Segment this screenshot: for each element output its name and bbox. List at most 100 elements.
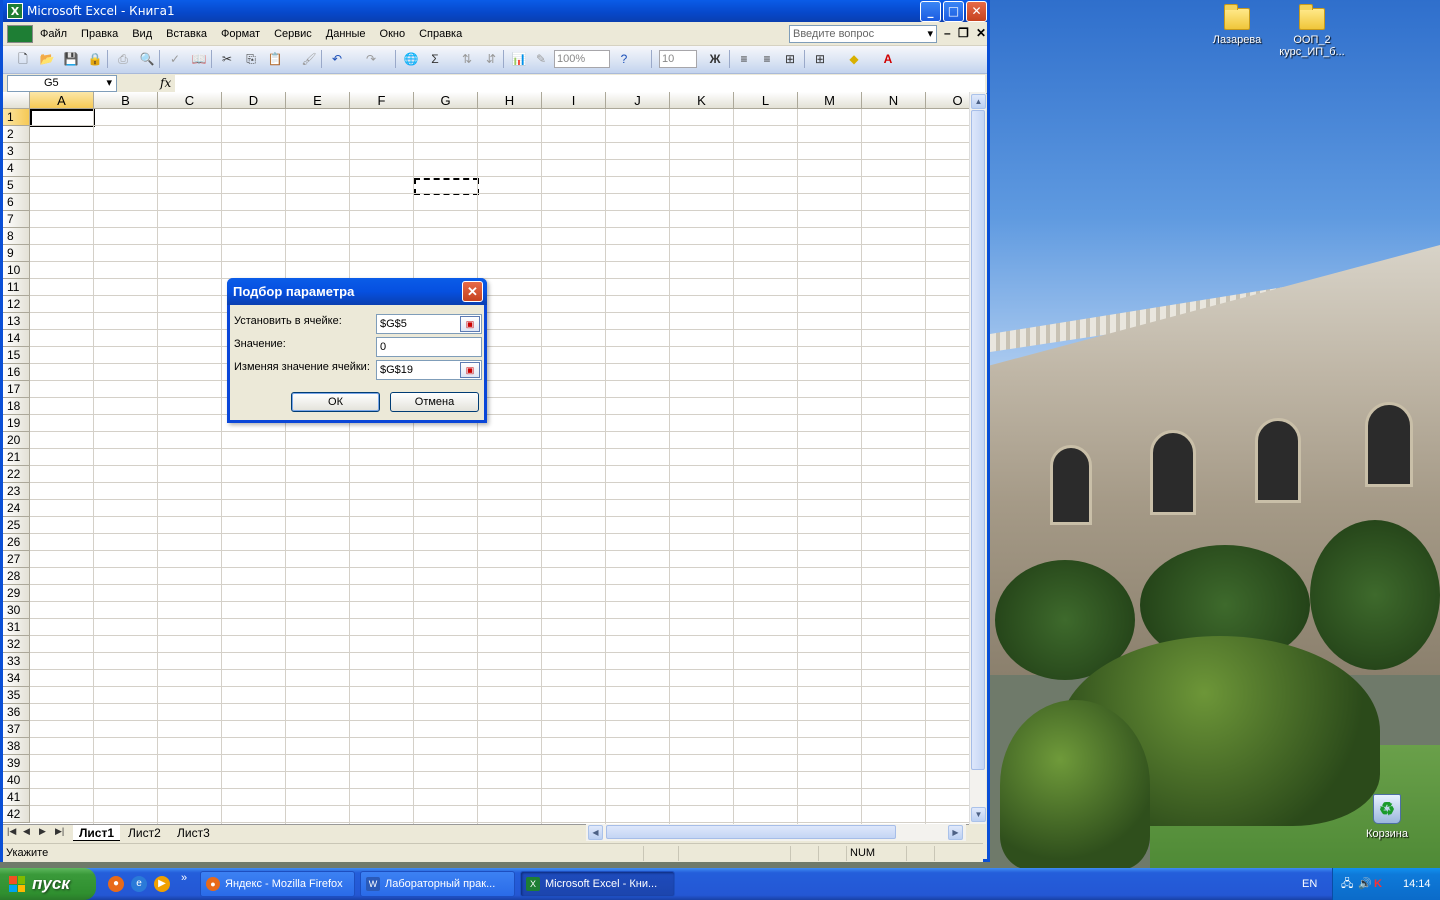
set-cell-input[interactable]: $G$5 ▣ bbox=[376, 314, 482, 334]
ok-button[interactable]: ОК bbox=[291, 392, 380, 412]
row-header[interactable]: 15 bbox=[3, 347, 30, 364]
first-sheet-icon[interactable]: |◀ bbox=[7, 826, 16, 837]
align-center-icon[interactable]: ≡ bbox=[759, 51, 775, 67]
column-header[interactable]: F bbox=[350, 92, 414, 109]
row-header[interactable]: 38 bbox=[3, 738, 30, 755]
row-header[interactable]: 36 bbox=[3, 704, 30, 721]
row-header[interactable]: 8 bbox=[3, 228, 30, 245]
column-header[interactable]: J bbox=[606, 92, 670, 109]
row-header[interactable]: 39 bbox=[3, 755, 30, 772]
fill-color-icon[interactable]: ◆ bbox=[846, 51, 862, 67]
redo-icon[interactable]: ↷ bbox=[363, 51, 379, 67]
row-header[interactable]: 20 bbox=[3, 432, 30, 449]
column-header[interactable]: M bbox=[798, 92, 862, 109]
row-header[interactable]: 33 bbox=[3, 653, 30, 670]
row-header[interactable]: 35 bbox=[3, 687, 30, 704]
antivirus-icon[interactable]: K bbox=[1374, 868, 1382, 900]
firefox-quicklaunch-icon[interactable]: ● bbox=[108, 876, 124, 892]
desktop-icon-recycle-bin[interactable]: ♻ Корзина bbox=[1342, 794, 1432, 840]
task-excel[interactable]: X Microsoft Excel - Кни... bbox=[520, 871, 675, 897]
cancel-button[interactable]: Отмена bbox=[390, 392, 479, 412]
menu-view[interactable]: Вид bbox=[125, 28, 159, 40]
menu-tools[interactable]: Сервис bbox=[267, 28, 319, 40]
menu-edit[interactable]: Правка bbox=[74, 28, 125, 40]
drawing-icon[interactable]: ✎ bbox=[533, 51, 549, 67]
column-header[interactable]: E bbox=[286, 92, 350, 109]
ask-question-box[interactable]: Введите вопрос bbox=[789, 25, 937, 43]
chart-wizard-icon[interactable]: 📊 bbox=[511, 51, 527, 67]
row-header[interactable]: 16 bbox=[3, 364, 30, 381]
bold-button[interactable]: Ж bbox=[707, 51, 723, 67]
row-header[interactable]: 2 bbox=[3, 126, 30, 143]
column-header[interactable]: B bbox=[94, 92, 158, 109]
zoom-select[interactable]: 100% bbox=[554, 50, 610, 68]
prev-sheet-icon[interactable]: ◀ bbox=[23, 826, 30, 837]
workbook-icon[interactable] bbox=[7, 24, 33, 43]
desktop-icon-oop[interactable]: ООП_2 курс_ИП_б... bbox=[1267, 4, 1357, 58]
row-header[interactable]: 12 bbox=[3, 296, 30, 313]
vertical-scrollbar[interactable]: ▲ ▼ bbox=[969, 92, 986, 824]
sheet-tab-2[interactable]: Лист2 bbox=[122, 825, 167, 841]
new-icon[interactable]: 🗋 bbox=[15, 51, 31, 67]
last-sheet-icon[interactable]: ▶| bbox=[55, 826, 64, 837]
row-header[interactable]: 7 bbox=[3, 211, 30, 228]
open-icon[interactable]: 📂 bbox=[39, 51, 55, 67]
dialog-titlebar[interactable]: Подбор параметра ✕ bbox=[227, 278, 487, 305]
row-header[interactable]: 42 bbox=[3, 806, 30, 823]
menu-file[interactable]: Файл bbox=[33, 28, 74, 40]
next-sheet-icon[interactable]: ▶ bbox=[39, 826, 46, 837]
task-word[interactable]: W Лабораторный прак... bbox=[360, 871, 515, 897]
sheet-tab-1[interactable]: Лист1 bbox=[73, 825, 121, 841]
scroll-right-icon[interactable]: ▶ bbox=[948, 825, 963, 840]
doc-restore-button[interactable]: ❐ bbox=[958, 26, 969, 40]
quicklaunch-chevron-icon[interactable]: » bbox=[181, 872, 187, 884]
merge-center-icon[interactable]: ⊞ bbox=[782, 51, 798, 67]
ie-quicklaunch-icon[interactable]: e bbox=[131, 876, 147, 892]
start-button[interactable]: пуск bbox=[0, 868, 96, 900]
menu-window[interactable]: Окно bbox=[373, 28, 413, 40]
copy-icon[interactable]: ⎘ bbox=[243, 51, 259, 67]
language-indicator[interactable]: EN bbox=[1302, 868, 1317, 900]
menu-insert[interactable]: Вставка bbox=[159, 28, 214, 40]
row-header[interactable]: 29 bbox=[3, 585, 30, 602]
excel-titlebar[interactable]: X Microsoft Excel - Книга1 _ □ ✕ bbox=[3, 0, 987, 22]
minimize-button[interactable]: _ bbox=[920, 1, 941, 22]
row-header[interactable]: 22 bbox=[3, 466, 30, 483]
permission-icon[interactable]: 🔒 bbox=[87, 51, 103, 67]
scroll-down-icon[interactable]: ▼ bbox=[971, 807, 986, 822]
row-header[interactable]: 25 bbox=[3, 517, 30, 534]
row-header[interactable]: 6 bbox=[3, 194, 30, 211]
column-header[interactable]: L bbox=[734, 92, 798, 109]
media-quicklaunch-icon[interactable]: ▶ bbox=[154, 876, 170, 892]
excel-app-icon[interactable]: X bbox=[7, 3, 23, 19]
changing-cell-input[interactable]: $G$19 ▣ bbox=[376, 360, 482, 380]
cut-icon[interactable]: ✂ bbox=[219, 51, 235, 67]
undo-icon[interactable]: ↶ bbox=[329, 51, 345, 67]
doc-minimize-button[interactable]: – bbox=[944, 26, 951, 40]
row-header[interactable]: 23 bbox=[3, 483, 30, 500]
row-header[interactable]: 5 bbox=[3, 177, 30, 194]
column-header[interactable]: A bbox=[30, 92, 94, 109]
row-header[interactable]: 18 bbox=[3, 398, 30, 415]
horizontal-scrollbar[interactable]: ◀ ▶ bbox=[586, 824, 966, 841]
row-header[interactable]: 13 bbox=[3, 313, 30, 330]
print-icon[interactable]: ⎙ bbox=[115, 51, 131, 67]
column-header[interactable]: C bbox=[158, 92, 222, 109]
row-header[interactable]: 37 bbox=[3, 721, 30, 738]
row-header[interactable]: 31 bbox=[3, 619, 30, 636]
row-header[interactable]: 3 bbox=[3, 143, 30, 160]
column-header[interactable]: H bbox=[478, 92, 542, 109]
column-header[interactable]: D bbox=[222, 92, 286, 109]
select-all-corner[interactable] bbox=[3, 92, 30, 109]
row-header[interactable]: 1 bbox=[3, 109, 30, 126]
menu-data[interactable]: Данные bbox=[319, 28, 373, 40]
scroll-up-icon[interactable]: ▲ bbox=[971, 94, 986, 109]
row-header[interactable]: 30 bbox=[3, 602, 30, 619]
row-header[interactable]: 19 bbox=[3, 415, 30, 432]
formula-input[interactable] bbox=[175, 75, 985, 92]
row-header[interactable]: 24 bbox=[3, 500, 30, 517]
fx-icon[interactable]: fx bbox=[160, 76, 171, 90]
dialog-close-button[interactable]: ✕ bbox=[462, 281, 483, 302]
row-header[interactable]: 14 bbox=[3, 330, 30, 347]
autosum-icon[interactable]: Σ bbox=[427, 51, 443, 67]
